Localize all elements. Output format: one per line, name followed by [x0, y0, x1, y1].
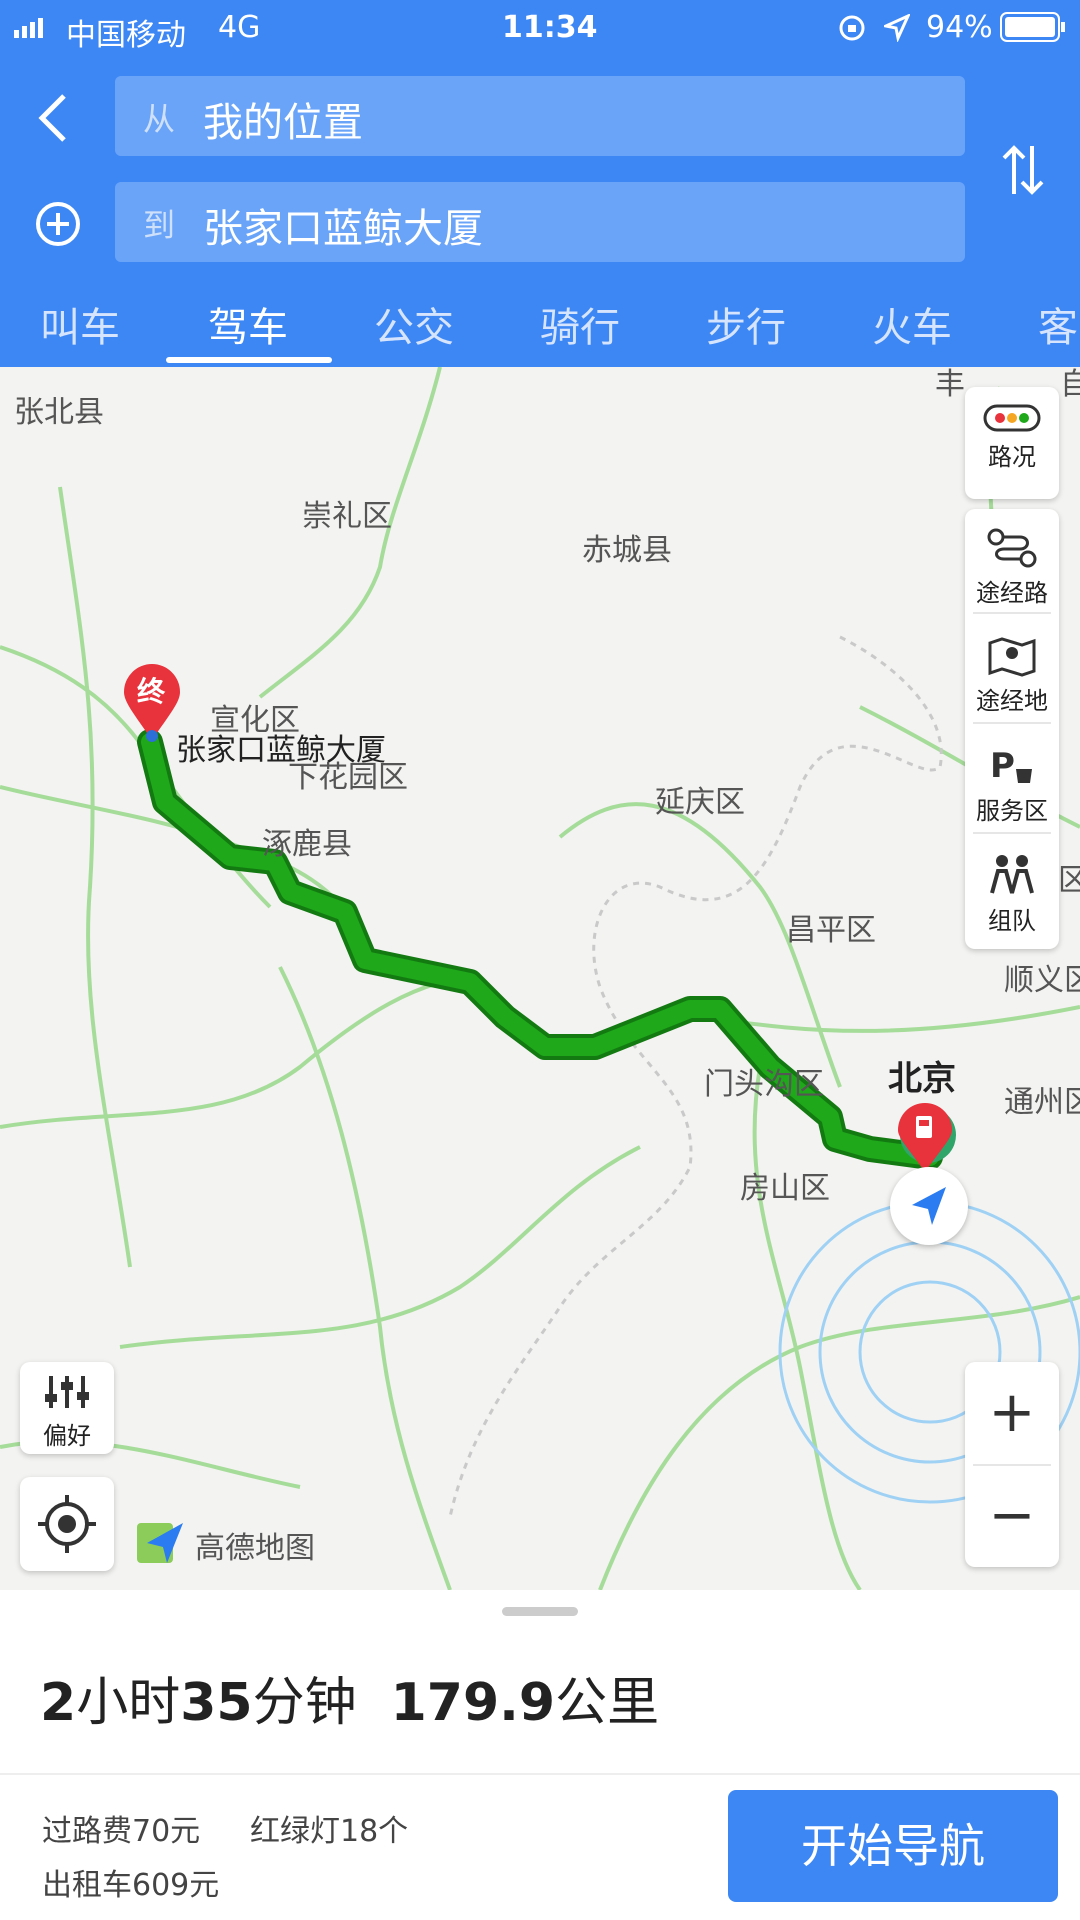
end-marker[interactable]: 终	[122, 664, 182, 744]
tab-walk[interactable]: 步行	[706, 295, 786, 353]
tab-coach[interactable]: 客	[1038, 295, 1078, 353]
preference-label: 偏好	[43, 1422, 91, 1450]
place-mentougou: 门头沟区	[704, 1067, 824, 1102]
sheet-handle[interactable]	[502, 1607, 578, 1616]
place-tongzhou: 通州区	[1004, 1085, 1080, 1120]
orientation-lock-icon	[839, 15, 865, 41]
duration-hours-unit: 小时	[76, 1673, 181, 1733]
tab-bus[interactable]: 公交	[374, 295, 454, 353]
via-road-icon	[987, 528, 1037, 568]
via-place-label: 途经地	[976, 687, 1048, 715]
route-summary-sheet: 2小时35分钟 179.9公里 过路费70元 红绿灯18个 出租车609元 开始导…	[0, 1590, 1080, 1920]
place-zhangbei: 张北县	[14, 395, 104, 430]
battery-text: 94%	[926, 10, 993, 45]
amap-logo-text: 高德地图	[195, 1531, 315, 1566]
tab-drive[interactable]: 驾车	[208, 295, 288, 353]
traffic-label: 路况	[988, 443, 1036, 471]
to-value: 张家口蓝鲸大厦	[203, 206, 483, 252]
route-summary: 2小时35分钟 179.9公里	[40, 1660, 659, 1735]
place-beijing: 北京	[888, 1059, 956, 1099]
traffic-panel[interactable]: 路况	[965, 387, 1059, 499]
zoom-control: + −	[965, 1362, 1059, 1567]
team-icon	[990, 855, 1034, 894]
map-roads	[0, 367, 1080, 1590]
place-chongli: 崇礼区	[302, 499, 392, 534]
tab-ride[interactable]: 骑行	[540, 295, 620, 353]
place-zhuolu: 涿鹿县	[262, 827, 352, 862]
route-header: 中国移动 4G 11:34 94% 从 我的位置 到 张家口蓝鲸大厦 叫车 驾车	[0, 0, 1080, 367]
start-navigation-button[interactable]: 开始导航	[728, 1790, 1058, 1902]
place-changping: 昌平区	[786, 913, 876, 948]
preference-panel[interactable]: 偏好	[20, 1362, 114, 1454]
toll-fee: 过路费70元	[42, 1814, 201, 1849]
tab-taxi[interactable]: 叫车	[40, 295, 120, 353]
map-view[interactable]: 张北县 崇礼区 赤城县 丰 自 宣化区 下花园区 涿鹿县 延庆区 怀柔区 昌平区…	[0, 367, 1080, 1590]
location-arrow-icon	[884, 14, 910, 42]
back-icon[interactable]	[34, 92, 74, 144]
my-location-marker	[890, 1167, 968, 1245]
sheet-divider	[0, 1773, 1080, 1775]
from-field[interactable]: 从 我的位置	[115, 76, 965, 156]
via-place-button[interactable]: 途经地	[965, 633, 1059, 716]
place-fangshan: 房山区	[740, 1171, 830, 1206]
team-button[interactable]: 组队	[965, 853, 1059, 936]
traffic-button[interactable]: 路况	[965, 403, 1059, 472]
place-zi: 自	[1060, 367, 1080, 402]
via-road-label: 途经路	[976, 579, 1048, 607]
navigation-arrow-icon	[912, 1187, 946, 1225]
place-chicheng: 赤城县	[582, 533, 672, 568]
network-text: 4G	[218, 10, 261, 45]
locate-icon	[38, 1495, 96, 1553]
active-tab-indicator	[166, 357, 332, 363]
via-place-icon	[988, 637, 1036, 677]
svg-text:P: P	[990, 746, 1015, 786]
service-area-button[interactable]: P 服务区	[965, 743, 1059, 826]
traffic-lights: 红绿灯18个	[250, 1814, 409, 1849]
place-yanqing: 延庆区	[655, 785, 745, 820]
preference-icon	[45, 1376, 89, 1408]
service-area-label: 服务区	[976, 797, 1048, 825]
traffic-icon	[983, 404, 1041, 432]
distance-unit: 公里	[555, 1673, 660, 1733]
amap-logo-icon	[137, 1523, 183, 1563]
locate-button[interactable]	[20, 1477, 114, 1571]
duration-minutes: 35	[180, 1673, 253, 1733]
duration-minutes-unit: 分钟	[252, 1673, 357, 1733]
battery-icon	[1000, 12, 1065, 42]
zoom-in-button[interactable]: +	[965, 1362, 1059, 1464]
team-label: 组队	[988, 907, 1036, 935]
via-road-button[interactable]: 途经路	[965, 527, 1059, 608]
place-shunyi: 顺义区	[1004, 963, 1080, 998]
preference-button[interactable]: 偏好	[20, 1372, 114, 1451]
to-label: 到	[143, 206, 176, 244]
tools-panel: 途经路 途经地 P 服务区 组队	[965, 509, 1059, 949]
distance-value: 179.9	[390, 1673, 556, 1733]
place-feng: 丰	[935, 367, 965, 402]
carrier-text: 中国移动	[66, 18, 186, 53]
tools-divider	[973, 722, 1051, 724]
zoom-out-button[interactable]: −	[965, 1466, 1059, 1566]
status-bar: 中国移动 4G 11:34 94%	[0, 0, 1080, 56]
gas-station-icon[interactable]	[896, 1102, 954, 1174]
from-label: 从	[143, 100, 176, 138]
tools-divider	[973, 612, 1051, 614]
tools-divider	[973, 832, 1051, 834]
clock-text: 11:34	[502, 10, 598, 45]
signal-icon	[14, 18, 43, 38]
tab-train[interactable]: 火车	[872, 295, 952, 353]
service-area-icon: P	[990, 746, 1032, 786]
from-value: 我的位置	[203, 100, 363, 146]
mode-tabs: 叫车 驾车 公交 骑行 步行 火车 客	[0, 285, 1080, 367]
taxi-fee: 出租车609元	[42, 1868, 220, 1903]
end-marker-text: 终	[137, 675, 166, 708]
to-field[interactable]: 到 张家口蓝鲸大厦	[115, 182, 965, 262]
destination-label: 张家口蓝鲸大厦	[176, 733, 386, 768]
swap-icon[interactable]	[1000, 142, 1046, 198]
add-waypoint-icon[interactable]	[34, 200, 82, 248]
duration-hours: 2	[40, 1673, 77, 1733]
